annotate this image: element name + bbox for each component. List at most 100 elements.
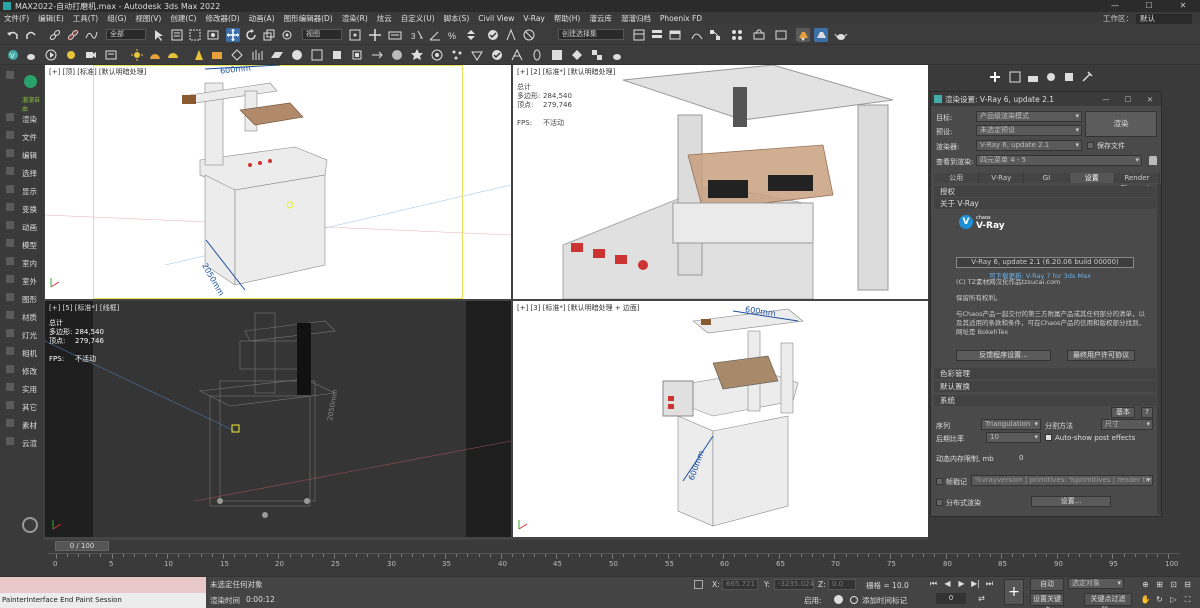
left-item-other[interactable]: 其它: [22, 402, 37, 413]
vray-volume-icon[interactable]: [350, 48, 364, 62]
vray-teapot-icon[interactable]: [610, 48, 624, 62]
vray-render-interactive-icon[interactable]: [44, 48, 58, 62]
vray-material-icon[interactable]: [390, 48, 404, 62]
keyboard-shortcut-override-icon[interactable]: [388, 28, 402, 42]
key-mode-icon[interactable]: ⇄: [976, 593, 987, 604]
rectangular-selection-icon[interactable]: [188, 28, 202, 42]
toggle-layer-explorer-icon[interactable]: [650, 28, 664, 42]
vray-frame-buffer-icon[interactable]: V: [6, 48, 20, 62]
menu-customize[interactable]: 自定义(U): [401, 13, 435, 24]
toggle-scene-explorer-icon[interactable]: [632, 28, 646, 42]
menu-vray[interactable]: V-Ray: [523, 14, 544, 23]
left-item-material[interactable]: 材质: [22, 312, 37, 323]
scale-icon[interactable]: [262, 28, 276, 42]
time-tag-icon[interactable]: [850, 596, 858, 604]
toggle-ribbon-icon[interactable]: [668, 28, 682, 42]
vray-enmesh-icon[interactable]: [510, 48, 524, 62]
tab-render-elements[interactable]: Render Elements: [1114, 173, 1161, 192]
vray-dome-light-icon[interactable]: [166, 48, 180, 62]
dialog-minimize-icon[interactable]: —: [1095, 95, 1117, 104]
menu-scripting[interactable]: 脚本(S): [444, 13, 470, 24]
tab-vray[interactable]: V-Ray: [979, 173, 1025, 183]
viewport-bottom-left[interactable]: [+] [5] [标准*] [线框] 2050mm 总计 多边形: 284,540…: [45, 301, 511, 537]
rollout-license[interactable]: 授权: [934, 186, 1156, 197]
target-dropdown[interactable]: 产品级渲染模式: [976, 111, 1082, 122]
pivot-center-icon[interactable]: [348, 28, 362, 42]
eula-button[interactable]: 最终用户许可协议: [1067, 350, 1135, 361]
lock-icon[interactable]: [1149, 156, 1157, 165]
basic-mode-button[interactable]: 基本: [1111, 407, 1135, 418]
left-item-camera[interactable]: 相机: [22, 348, 37, 359]
vray-proxy-icon[interactable]: [230, 48, 244, 62]
left-item-display[interactable]: 显示: [22, 186, 37, 197]
rollout-default-displacement[interactable]: 默认置换: [934, 381, 1156, 392]
create-tab-icon[interactable]: [988, 70, 1002, 84]
bind-space-warp-icon[interactable]: [84, 28, 98, 42]
x-coord-field[interactable]: 665.721: [722, 579, 758, 590]
vray-scene-converter-icon[interactable]: [370, 48, 384, 62]
timeline-track[interactable]: 0 5 10 15 20 25 30 35 40 45 50 55 60 65 70 75 80 85 90 95 10…: [48, 553, 1180, 571]
menu-help[interactable]: 帮助(H): [554, 13, 581, 24]
select-by-name-icon[interactable]: [170, 28, 184, 42]
rotate-icon[interactable]: [244, 28, 258, 42]
menu-graph-editors[interactable]: 图形编辑器(D): [284, 13, 333, 24]
render-button[interactable]: 渲染: [1085, 111, 1157, 137]
sequence-dropdown[interactable]: Triangulation: [981, 419, 1041, 430]
frame-stamp-field[interactable]: %vrayversion | primitives: %primitives |…: [971, 475, 1153, 486]
vray-mesh-light-icon[interactable]: [192, 48, 206, 62]
menu-group[interactable]: 组(G): [107, 13, 126, 24]
z-coord-field[interactable]: 0.0: [828, 579, 856, 590]
render-setup-icon[interactable]: [752, 28, 766, 42]
rollout-about[interactable]: 关于 V-Ray: [934, 198, 1156, 209]
maximize-viewport-icon[interactable]: ⛶: [1182, 594, 1193, 605]
left-item-interior[interactable]: 室内: [22, 258, 37, 269]
vray-ies-light-icon[interactable]: [104, 48, 118, 62]
render-iterative-icon[interactable]: [814, 28, 828, 42]
workspace-dropdown[interactable]: 默认: [1136, 13, 1192, 24]
vray-sun-icon[interactable]: [148, 48, 162, 62]
left-item-shape[interactable]: 图形: [22, 294, 37, 305]
go-to-start-icon[interactable]: ⏮: [928, 578, 939, 589]
feedback-settings-button[interactable]: 反馈程序设置...: [956, 350, 1051, 361]
maximize-icon[interactable]: ☐: [1132, 0, 1166, 12]
vray-clipper-icon[interactable]: [310, 48, 324, 62]
left-item-assets[interactable]: 素材: [22, 420, 37, 431]
menu-file[interactable]: 文件(F): [4, 13, 29, 24]
go-to-end-icon[interactable]: ⏭: [984, 578, 995, 589]
select-manipulate-icon[interactable]: [368, 28, 382, 42]
menu-tools[interactable]: 工具(T): [73, 13, 98, 24]
next-frame-icon[interactable]: ▶|: [970, 578, 981, 589]
select-object-icon[interactable]: [152, 28, 166, 42]
vray-chaos-scatter-icon[interactable]: [450, 48, 464, 62]
menu-views[interactable]: 视图(V): [135, 13, 161, 24]
previous-frame-icon[interactable]: ◀: [942, 578, 953, 589]
vray-cosmos-icon[interactable]: [430, 48, 444, 62]
renderer-dropdown[interactable]: V-Ray 6, update 2.1: [976, 140, 1082, 151]
autoshow-checkbox[interactable]: [1045, 434, 1052, 441]
distributed-settings-button[interactable]: 设置...: [1031, 496, 1111, 507]
display-tab-icon[interactable]: [1062, 70, 1076, 84]
dialog-scrollbar[interactable]: [1157, 184, 1161, 514]
unlink-icon[interactable]: [66, 28, 80, 42]
selection-filter-dropdown[interactable]: 全部: [106, 29, 146, 40]
lock-selection-icon[interactable]: [694, 580, 703, 589]
memory-limit-value[interactable]: 0: [1019, 454, 1023, 462]
maxscript-listener-input[interactable]: [0, 577, 206, 593]
left-item-select[interactable]: 选择: [22, 168, 37, 179]
material-editor-icon[interactable]: [730, 28, 744, 42]
align-icon[interactable]: [522, 28, 536, 42]
distributed-rendering-checkbox[interactable]: [936, 499, 943, 506]
set-key-button[interactable]: 设置关键点: [1030, 593, 1064, 608]
vray-vision-icon[interactable]: [470, 48, 484, 62]
adaptive-degradation-icon[interactable]: [834, 595, 843, 604]
dialog-title-bar[interactable]: 渲染设置: V-Ray 6, update 2.1 — ☐ ✕: [931, 92, 1161, 106]
move-icon[interactable]: [226, 28, 240, 42]
maxscript-listener-output[interactable]: PainterInterface End Paint Session: [0, 593, 206, 608]
post-ratio-spinner[interactable]: 10: [986, 432, 1041, 443]
left-item-transform[interactable]: 变换: [22, 204, 37, 215]
left-item-edit[interactable]: 编辑: [22, 150, 37, 161]
time-slider[interactable]: 0 / 100: [55, 541, 109, 551]
zoom-extents-icon[interactable]: ⊡: [1168, 579, 1179, 590]
zoom-all-icon[interactable]: ⊞: [1154, 579, 1165, 590]
left-item-exterior[interactable]: 室外: [22, 276, 37, 287]
